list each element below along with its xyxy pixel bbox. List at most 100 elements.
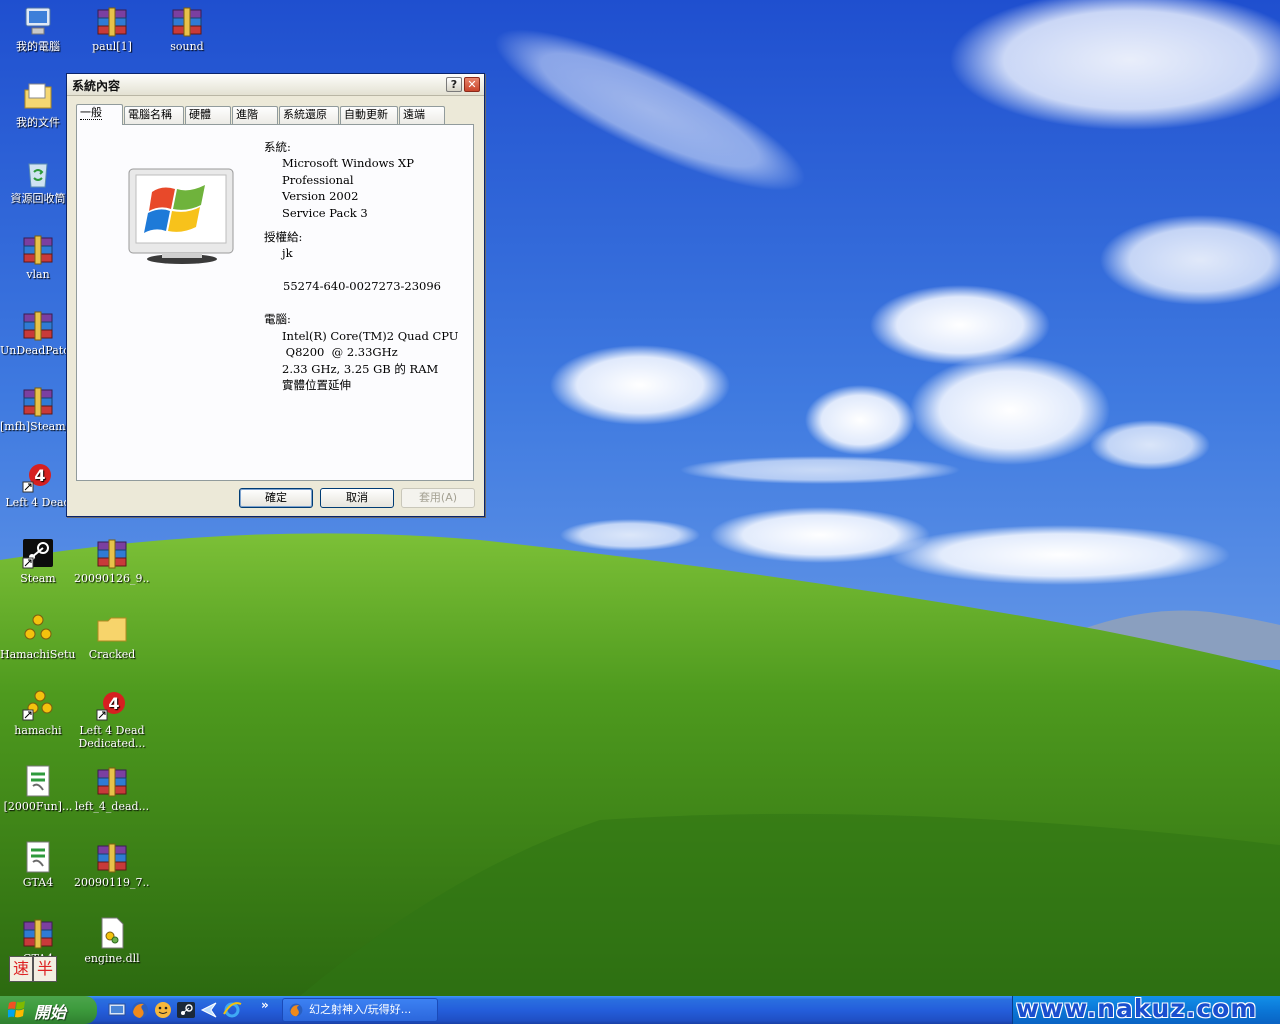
desktop-icon[interactable]: 20090119_7... xyxy=(74,840,150,889)
desktop-icon-label: sound xyxy=(170,40,204,53)
start-label: 開始 xyxy=(34,1003,67,1022)
tab-remote[interactable]: 遠端 xyxy=(399,106,445,124)
desktop-icon[interactable]: 4 Left 4 Dead xyxy=(0,460,76,509)
desktop-icon-label: hamachi xyxy=(14,724,62,737)
ime-toolbar: 速半 xyxy=(9,956,57,982)
arrow-icon[interactable] xyxy=(199,1000,219,1020)
winrar-archive-icon xyxy=(23,235,53,265)
winrar-archive-icon xyxy=(23,387,53,417)
cpu-ram: 2.33 GHz, 3.25 GB 的 RAM xyxy=(282,362,439,376)
tab-system-restore[interactable]: 系統還原 xyxy=(279,106,339,124)
desktop-icon-label: 資源回收筒 xyxy=(10,192,66,205)
pae-label: 實體位置延伸 xyxy=(282,378,351,392)
desktop-icon[interactable]: UnDeadPatc... xyxy=(0,308,76,357)
svg-text:4: 4 xyxy=(34,466,45,485)
desktop-icon[interactable]: 我的電腦 xyxy=(0,4,76,53)
ime-halfwidth-toggle[interactable]: 半 xyxy=(33,956,57,982)
os-name: Microsoft Windows XP xyxy=(282,156,414,170)
help-button[interactable]: ? xyxy=(446,77,462,92)
close-button[interactable]: ✕ xyxy=(464,77,480,92)
desktop-icon[interactable]: engine.dll xyxy=(74,916,150,965)
computer-heading: 電腦: xyxy=(264,312,291,326)
desktop-icon-label: paul[1] xyxy=(92,40,132,53)
taskbar-window-button[interactable]: 幻之射神入/玩得好... xyxy=(282,998,438,1022)
hamachi-setup-icon xyxy=(24,614,52,640)
ok-button[interactable]: 確定 xyxy=(239,488,313,508)
tab-computer-name[interactable]: 電腦名稱 xyxy=(124,106,184,124)
desktop-icon[interactable]: [2000Fun]... xyxy=(0,764,76,813)
apply-button[interactable]: 套用(A) xyxy=(401,488,475,508)
desktop-icon-label: Steam xyxy=(20,572,56,585)
desktop-icon[interactable]: vlan xyxy=(0,232,76,281)
gta-icon xyxy=(26,841,50,873)
dll-file-icon xyxy=(101,917,124,949)
desktop-icon[interactable]: 20090126_9... xyxy=(74,536,150,585)
desktop-icon[interactable]: hamachi xyxy=(0,688,76,737)
winrar-archive-icon xyxy=(97,7,127,37)
os-edition: Professional xyxy=(282,173,354,187)
hamachi-shortcut-icon xyxy=(22,690,53,721)
winrar-archive-icon xyxy=(172,7,202,37)
quicklaunch-chevron[interactable]: » xyxy=(261,998,269,1012)
recycle-bin-icon xyxy=(28,163,48,188)
registered-heading: 授權給: xyxy=(264,230,303,244)
general-tab-panel: 系統: Microsoft Windows XP Professional Ve… xyxy=(76,124,474,481)
cancel-button[interactable]: 取消 xyxy=(320,488,394,508)
desktop-icon-label: Left 4 Dead Dedicated... xyxy=(78,724,146,750)
desktop-icon-label: Left 4 Dead xyxy=(5,496,71,509)
desktop-icon-label: 我的電腦 xyxy=(16,40,60,53)
desktop-icon[interactable]: GTA4 xyxy=(0,840,76,889)
gta-icon xyxy=(26,765,50,797)
tab-hardware[interactable]: 硬體 xyxy=(185,106,231,124)
desktop-icon[interactable]: 4 Left 4 Dead Dedicated... xyxy=(74,688,150,750)
tab-advanced[interactable]: 進階 xyxy=(232,106,278,124)
desktop-icon[interactable]: HamachiSetu... xyxy=(0,612,76,661)
desktop-icon[interactable]: [mfh]Steam_... xyxy=(0,384,76,433)
site-watermark: www.nakuz.com xyxy=(1016,994,1258,1023)
desktop-icon-label: HamachiSetu... xyxy=(0,648,76,661)
system-properties-dialog: 系統內容 ? ✕ 一般 電腦名稱 硬體 進階 系統還原 自動更新 遠端 系統: … xyxy=(66,73,485,517)
left4dead-shortcut-icon: 4 xyxy=(22,464,51,493)
svg-text:4: 4 xyxy=(108,694,119,713)
my-documents-icon xyxy=(24,83,52,109)
show-desktop-icon[interactable] xyxy=(107,1000,127,1020)
desktop-icon[interactable]: paul[1] xyxy=(74,4,150,53)
folder-icon xyxy=(97,617,127,642)
desktop-icon[interactable]: sound xyxy=(149,4,225,53)
dialog-titlebar[interactable]: 系統內容 ? ✕ xyxy=(67,74,484,96)
desktop-icon-label: 20090126_9... xyxy=(74,572,150,585)
desktop-icon[interactable]: 資源回收筒 xyxy=(0,156,76,205)
desktop-icon-label: vlan xyxy=(26,268,50,281)
desktop-icon-label: GTA4 xyxy=(22,876,54,889)
ime-speed-toggle[interactable]: 速 xyxy=(9,956,33,982)
winrar-archive-icon xyxy=(97,843,127,873)
winrar-archive-icon xyxy=(97,539,127,569)
my-computer-icon xyxy=(25,7,51,35)
firefox-icon[interactable] xyxy=(130,1000,150,1020)
registered-user: jk xyxy=(282,246,293,260)
messenger-icon[interactable] xyxy=(153,1000,173,1020)
desktop-icon[interactable]: 我的文件 xyxy=(0,80,76,129)
cpu-model: Q8200 @ 2.33GHz xyxy=(282,345,398,359)
winrar-archive-icon xyxy=(23,919,53,949)
desktop-icon-label: left_4_dead... xyxy=(74,800,150,813)
steam-icon[interactable] xyxy=(176,1000,196,1020)
desktop-icon-label: UnDeadPatc... xyxy=(0,344,76,357)
left4dead-shortcut-icon: 4 xyxy=(96,692,125,721)
desktop-icon[interactable]: left_4_dead... xyxy=(74,764,150,813)
desktop-icon-label: 20090119_7... xyxy=(74,876,150,889)
cpu-name: Intel(R) Core(TM)2 Quad CPU xyxy=(282,329,459,343)
internet-explorer-icon[interactable] xyxy=(222,1000,242,1020)
taskbar-window-label: 幻之射神入/玩得好... xyxy=(309,1003,412,1016)
os-version: Version 2002 xyxy=(282,189,359,203)
desktop-icon-label: Cracked xyxy=(88,648,136,661)
desktop-icon-label: [mfh]Steam_... xyxy=(0,420,76,433)
system-heading: 系統: xyxy=(264,140,291,154)
dialog-title: 系統內容 xyxy=(72,79,121,93)
desktop-icon[interactable]: Cracked xyxy=(74,612,150,661)
tab-general[interactable]: 一般 xyxy=(76,104,123,125)
desktop-icon[interactable]: Steam xyxy=(0,536,76,585)
windows-monitor-logo-icon xyxy=(128,168,234,264)
tab-automatic-updates[interactable]: 自動更新 xyxy=(340,106,398,124)
start-button[interactable]: 開始 xyxy=(0,996,97,1024)
